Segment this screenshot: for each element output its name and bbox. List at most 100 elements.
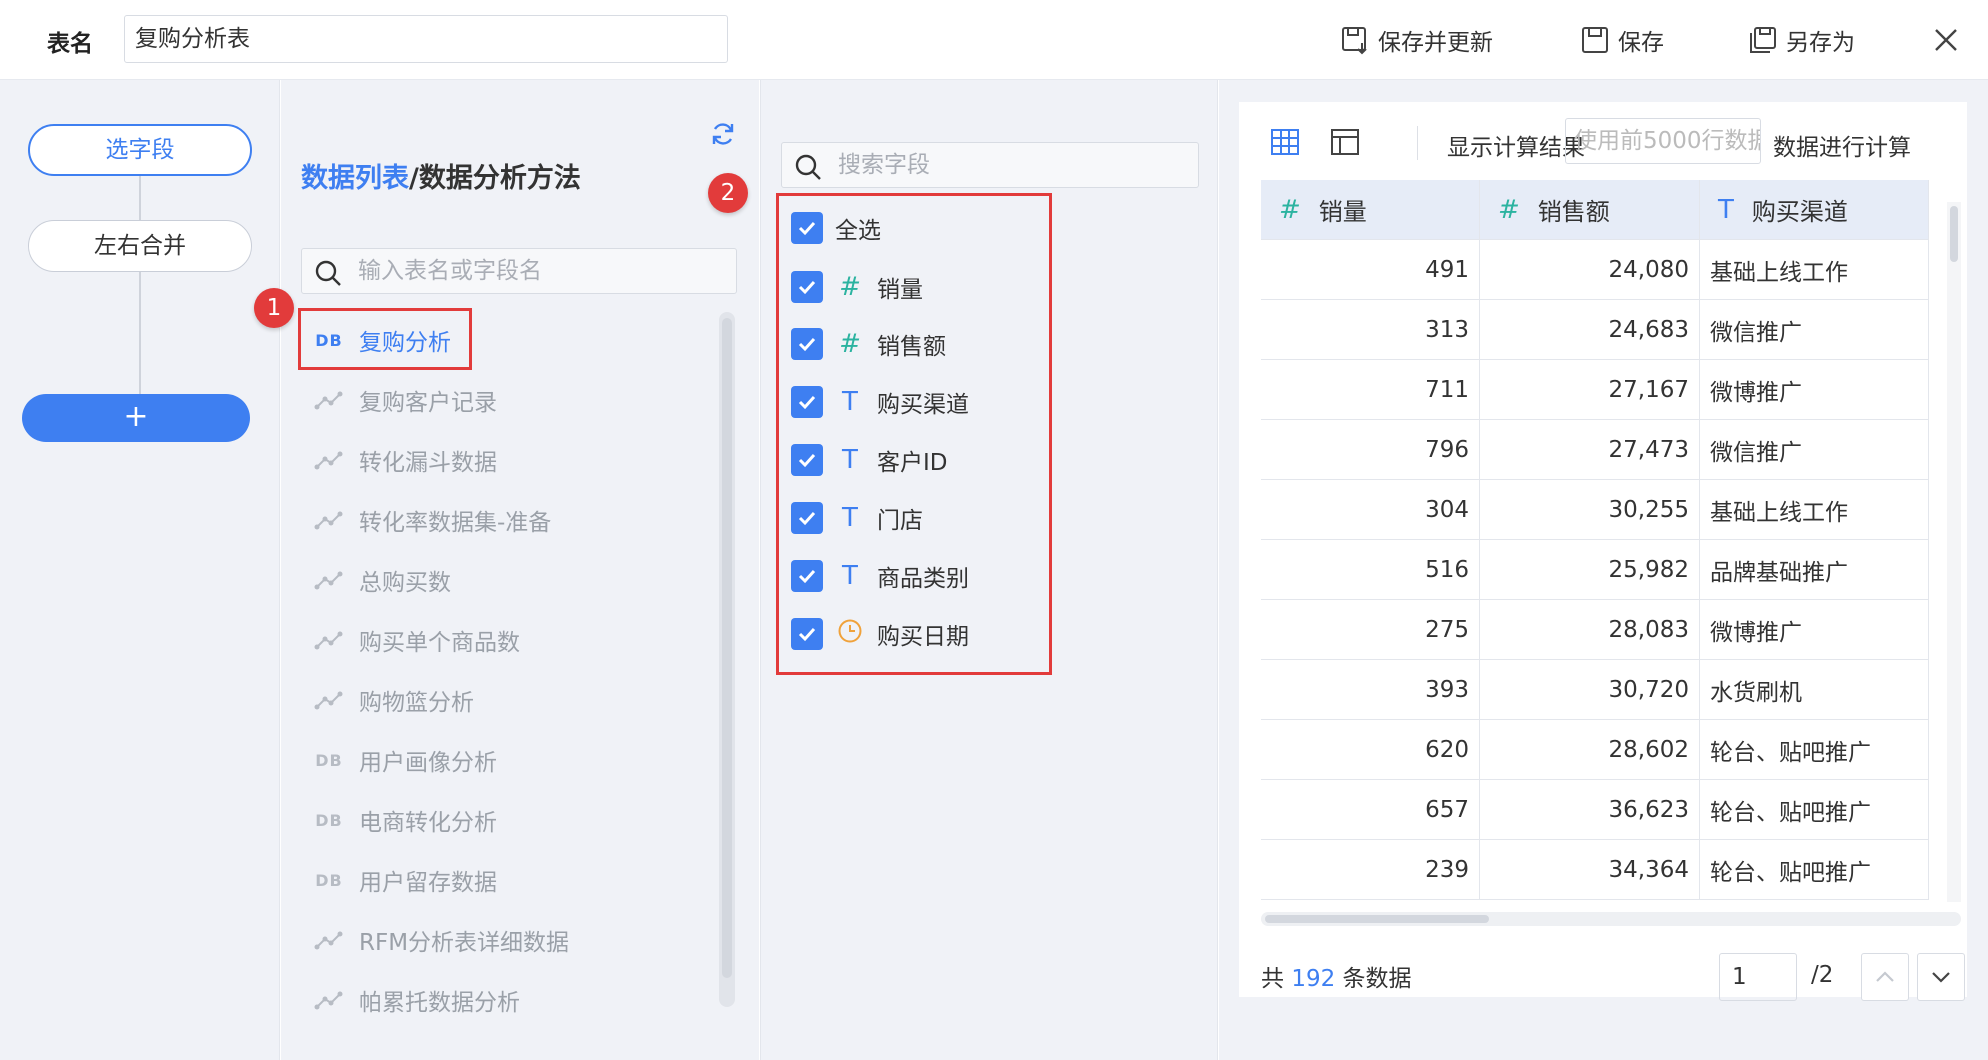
- cell: 轮台、贴吧推广: [1700, 780, 1929, 839]
- cell: 516: [1261, 540, 1480, 599]
- cell: 313: [1261, 300, 1480, 359]
- save-button[interactable]: 保存: [1580, 22, 1664, 58]
- grid-vertical-scrollbar[interactable]: [1947, 202, 1961, 902]
- save-as-button[interactable]: 另存为: [1748, 22, 1855, 58]
- list-item[interactable]: DB 用户留存数据: [301, 850, 721, 910]
- cell: 28,602: [1480, 720, 1700, 779]
- cell: 620: [1261, 720, 1480, 779]
- column-header[interactable]: # 销售额: [1480, 180, 1700, 239]
- page-total: /2: [1811, 962, 1834, 988]
- table-name-label: 表名: [47, 31, 93, 57]
- table-row: 657 36,623 轮台、贴吧推广: [1261, 780, 1929, 840]
- annotation-badge: 1: [254, 288, 294, 328]
- analysis-icon: [313, 509, 345, 531]
- save-icon: [1582, 27, 1608, 53]
- table-row: 796 27,473 微信推广: [1261, 420, 1929, 480]
- cell: 239: [1261, 840, 1480, 899]
- prev-page-button[interactable]: [1861, 953, 1909, 1001]
- row-limit-input[interactable]: 使用前5000行数据: [1565, 118, 1761, 164]
- column-header[interactable]: T 购买渠道: [1700, 180, 1929, 239]
- number-type-icon: #: [1279, 194, 1301, 225]
- table-row: 393 30,720 水货刷机: [1261, 660, 1929, 720]
- table-row: 239 34,364 轮台、贴吧推广: [1261, 840, 1929, 900]
- list-item[interactable]: DB 用户画像分析: [301, 730, 721, 790]
- table-name-input[interactable]: 复购分析表: [124, 15, 728, 63]
- table-row: 313 24,683 微信推广: [1261, 300, 1929, 360]
- cell: 657: [1261, 780, 1480, 839]
- analysis-icon: [313, 989, 345, 1011]
- cell: 393: [1261, 660, 1480, 719]
- save-and-update-button[interactable]: 保存并更新: [1340, 22, 1493, 58]
- cell: 轮台、贴吧推广: [1700, 840, 1929, 899]
- step-connector: [139, 176, 141, 220]
- annotation-badge: 2: [708, 173, 748, 213]
- db-icon: DB: [315, 870, 343, 890]
- chevron-down-icon: [1932, 972, 1950, 983]
- analysis-icon: [313, 929, 345, 951]
- list-item[interactable]: 转化率数据集-准备: [301, 490, 721, 550]
- list-item[interactable]: 复购客户记录: [301, 370, 721, 430]
- cell: 34,364: [1480, 840, 1700, 899]
- step-select-fields[interactable]: 选字段: [28, 124, 252, 176]
- data-list-panel: 数据列表/数据分析方法 输入表名或字段名 DB 复购分析 复购客户记录 转化漏斗…: [281, 80, 759, 1060]
- table-header-row: # 销量 # 销售额 T 购买渠道: [1261, 180, 1929, 240]
- cell: 微博推广: [1700, 360, 1929, 419]
- list-item[interactable]: RFM分析表详细数据: [301, 910, 721, 970]
- layout-view-icon[interactable]: [1329, 126, 1361, 158]
- cell: 275: [1261, 600, 1480, 659]
- preview-panel: 显示计算结果 使用前5000行数据 数据进行计算 # 销量 # 销售额 T 购买渠道 …: [1219, 80, 1988, 1060]
- table-row: 711 27,167 微博推广: [1261, 360, 1929, 420]
- add-step-button[interactable]: +: [22, 394, 250, 442]
- field-search-input[interactable]: 搜索字段: [781, 142, 1199, 188]
- chevron-up-icon: [1876, 971, 1894, 982]
- panel-title: 数据列表/数据分析方法: [301, 156, 581, 195]
- table-row: 491 24,080 基础上线工作: [1261, 240, 1929, 300]
- step-connector: [139, 272, 141, 394]
- next-page-button[interactable]: [1917, 953, 1965, 1001]
- cell: 基础上线工作: [1700, 240, 1929, 299]
- analysis-icon: [313, 629, 345, 651]
- toolbar-divider: [1417, 126, 1418, 160]
- cell: 24,080: [1480, 240, 1700, 299]
- calc-label: 数据进行计算: [1773, 135, 1911, 161]
- number-type-icon: #: [1498, 194, 1520, 225]
- save-label: 保存: [1618, 30, 1664, 56]
- db-icon: DB: [315, 750, 343, 770]
- step-merge[interactable]: 左右合并: [28, 220, 252, 272]
- table-row: 516 25,982 品牌基础推广: [1261, 540, 1929, 600]
- grid-horizontal-scrollbar[interactable]: [1261, 912, 1961, 926]
- cell: 基础上线工作: [1700, 480, 1929, 539]
- cell: 36,623: [1480, 780, 1700, 839]
- list-item[interactable]: 帕累托数据分析: [301, 970, 721, 1030]
- table-list-scrollbar[interactable]: [719, 312, 735, 1007]
- cell: 微信推广: [1700, 300, 1929, 359]
- step-rail: 选字段 左右合并 +: [0, 80, 280, 1060]
- column-header[interactable]: # 销量: [1261, 180, 1480, 239]
- list-item[interactable]: 购物篮分析: [301, 670, 721, 730]
- save-as-icon: [1750, 27, 1776, 53]
- data-list-tab[interactable]: 数据列表: [301, 163, 409, 194]
- list-item[interactable]: 购买单个商品数: [301, 610, 721, 670]
- cell: 30,255: [1480, 480, 1700, 539]
- analysis-method-tab[interactable]: /数据分析方法: [409, 163, 581, 194]
- table-search-input[interactable]: 输入表名或字段名: [301, 248, 737, 294]
- close-icon[interactable]: [1932, 26, 1960, 54]
- db-icon: DB: [315, 810, 343, 830]
- search-placeholder: 搜索字段: [838, 152, 930, 178]
- list-item[interactable]: 转化漏斗数据: [301, 430, 721, 490]
- cell: 491: [1261, 240, 1480, 299]
- top-bar: 表名 复购分析表 保存并更新 保存 另存为: [0, 0, 1988, 80]
- list-item[interactable]: 总购买数: [301, 550, 721, 610]
- cell: 25,982: [1480, 540, 1700, 599]
- save-update-icon: [1342, 27, 1367, 55]
- text-type-icon: T: [1718, 194, 1734, 225]
- refresh-icon[interactable]: [709, 120, 737, 148]
- cell: 微博推广: [1700, 600, 1929, 659]
- cell: 水货刷机: [1700, 660, 1929, 719]
- table-view-icon[interactable]: [1269, 126, 1301, 158]
- cell: 24,683: [1480, 300, 1700, 359]
- cell: 27,473: [1480, 420, 1700, 479]
- cell: 28,083: [1480, 600, 1700, 659]
- list-item[interactable]: DB 电商转化分析: [301, 790, 721, 850]
- page-number-input[interactable]: 1: [1719, 953, 1797, 1001]
